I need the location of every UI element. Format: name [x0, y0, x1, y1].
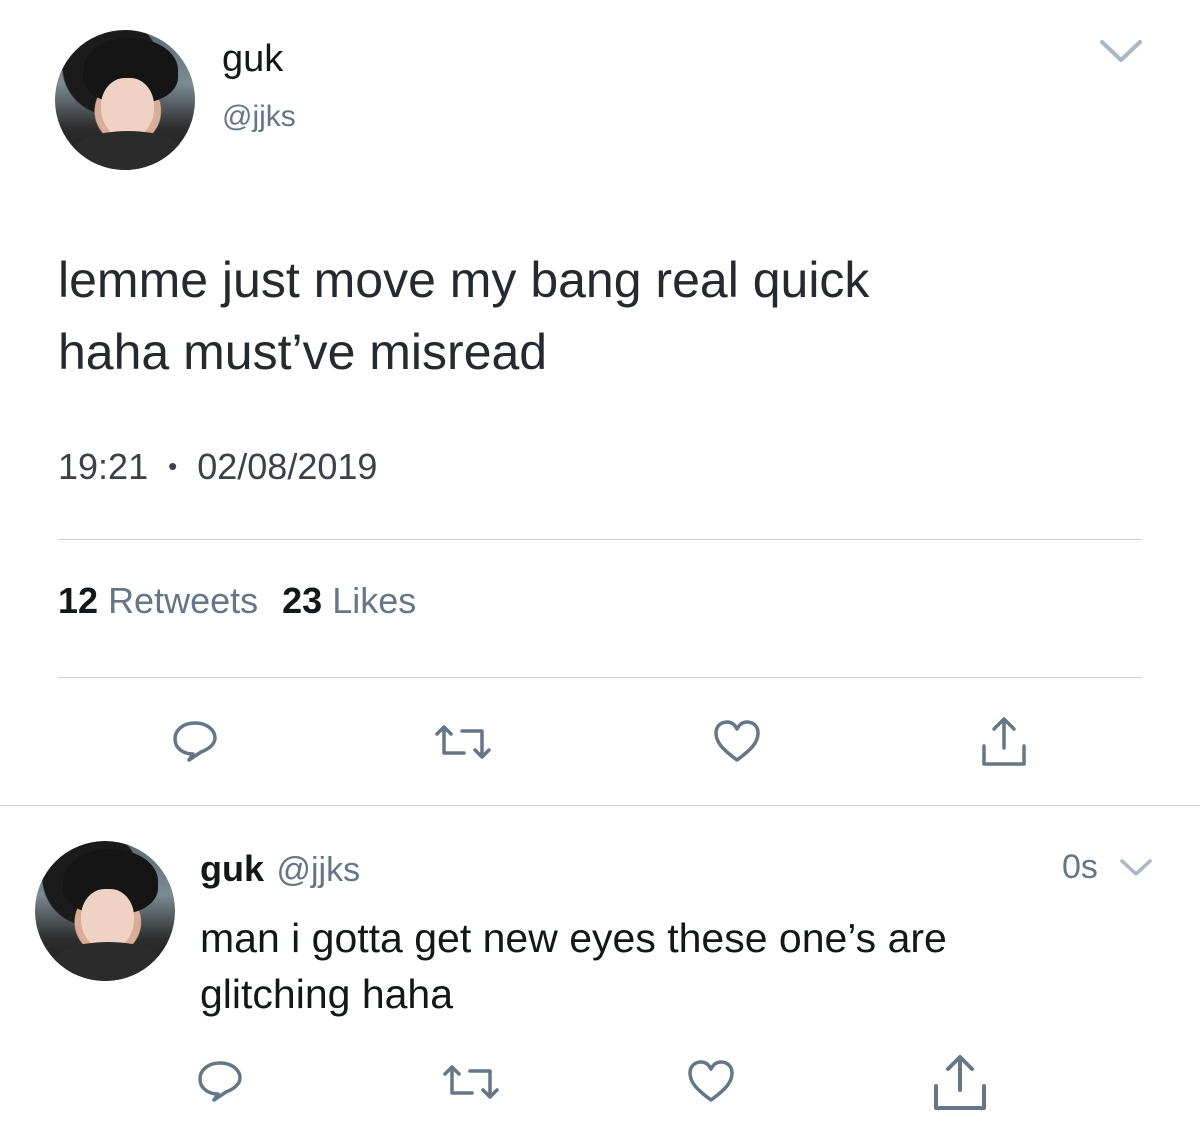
like-icon[interactable]	[712, 718, 762, 764]
retweet-icon[interactable]	[440, 1062, 502, 1102]
chevron-down-icon[interactable]	[1118, 856, 1154, 880]
display-name[interactable]: guk	[222, 38, 283, 81]
reply-text-line: glitching haha	[200, 971, 454, 1017]
like-icon[interactable]	[686, 1058, 736, 1104]
divider	[58, 677, 1142, 678]
retweets-count: 12	[58, 580, 99, 621]
user-handle[interactable]: @jjks	[222, 100, 296, 134]
share-icon[interactable]	[978, 714, 1030, 770]
share-icon[interactable]	[928, 1052, 992, 1114]
tweet-text-line: lemme just move my bang real quick	[58, 252, 870, 308]
likes-count: 23	[282, 580, 323, 621]
reply-header: guk @jjks	[200, 848, 360, 890]
likes-label: Likes	[332, 580, 417, 621]
display-name[interactable]: guk	[200, 848, 264, 889]
timestamp-separator: •	[168, 451, 178, 481]
reply-time: 0s	[1062, 848, 1098, 886]
divider	[58, 539, 1142, 540]
tweet-stats: 12 Retweets 23 Likes	[58, 580, 416, 622]
tweet-text: lemme just move my bang real quick haha …	[58, 244, 1158, 388]
reply-icon[interactable]	[196, 1058, 244, 1104]
tweet-text-line: haha must’ve misread	[58, 324, 548, 380]
avatar[interactable]	[35, 841, 175, 981]
tweet-separator	[0, 805, 1200, 806]
likes-stat[interactable]: 23 Likes	[282, 580, 416, 621]
tweet-date: 02/08/2019	[197, 446, 378, 487]
chevron-down-icon[interactable]	[1098, 38, 1144, 66]
tweet-timestamp[interactable]: 19:21 • 02/08/2019	[58, 446, 377, 488]
reply-icon[interactable]	[171, 718, 219, 764]
retweets-stat[interactable]: 12 Retweets	[58, 580, 268, 621]
tweet-time: 19:21	[58, 446, 149, 487]
user-handle[interactable]: @jjks	[276, 851, 360, 889]
avatar[interactable]	[55, 30, 195, 170]
retweets-label: Retweets	[108, 580, 259, 621]
reply-text-line: man i gotta get new eyes these one’s are	[200, 915, 947, 961]
retweet-icon[interactable]	[432, 722, 494, 762]
reply-text: man i gotta get new eyes these one’s are…	[200, 910, 1160, 1022]
